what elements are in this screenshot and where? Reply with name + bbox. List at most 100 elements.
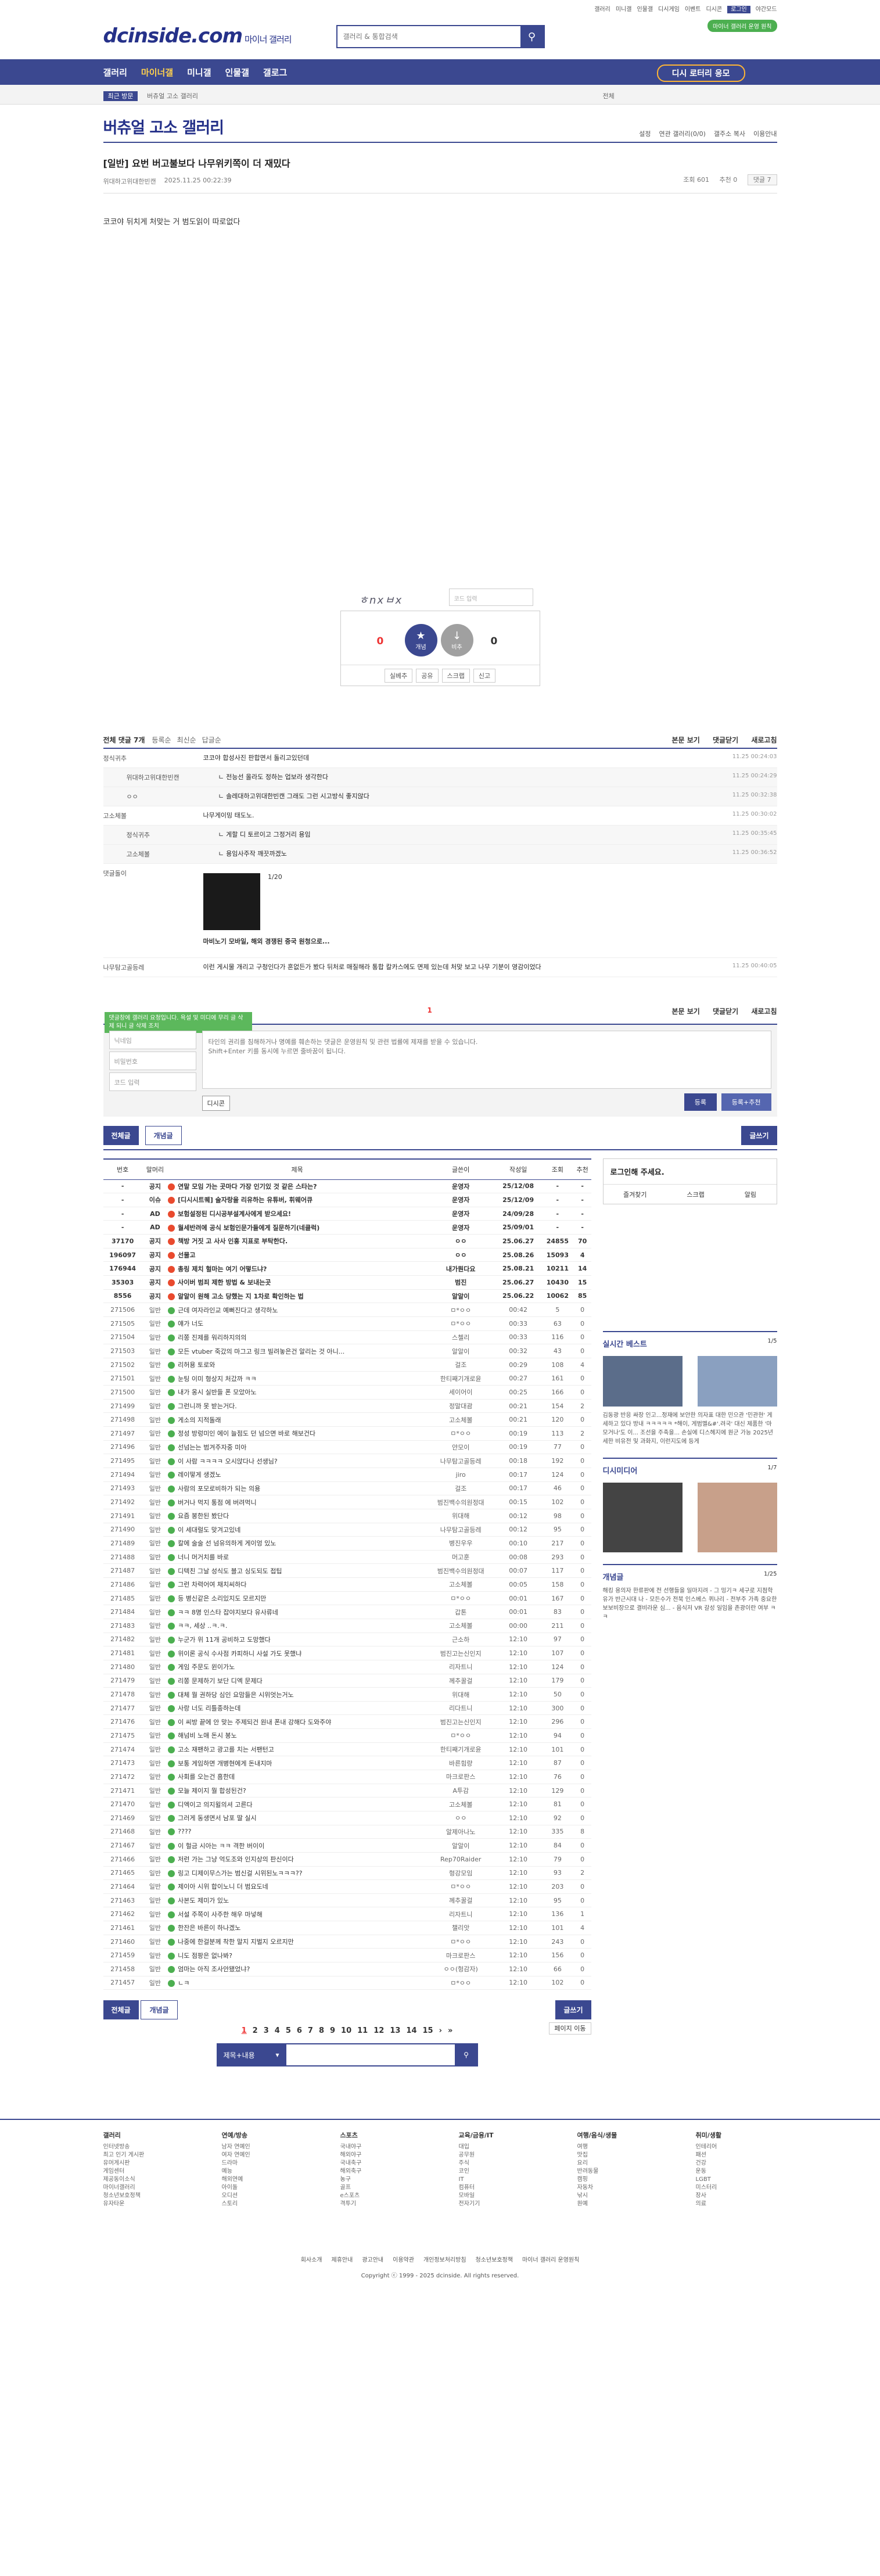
table-row[interactable]: 271494 일반 레이떻게 생겠노 jiro 00:17 124 0 bbox=[103, 1468, 591, 1482]
table-row[interactable]: 271489 일반 칼에 술술 선 넘유의하게 게이엉 있노 병진우우 00:10 217… bbox=[103, 1536, 591, 1551]
footer-col-title[interactable]: 갤러리 bbox=[103, 2132, 185, 2140]
sec-title[interactable]: 개념글 bbox=[603, 1571, 777, 1582]
post-writer[interactable]: 운영자 bbox=[426, 1220, 495, 1235]
table-row[interactable]: 271480 일반 게임 주문도 윈이가노 리자트니 12:10 124 0 bbox=[103, 1660, 591, 1674]
table-row[interactable]: 271471 일반 모늘 제이지 뭘 합성된건? A투감 12:10 129 0 bbox=[103, 1784, 591, 1798]
table-row[interactable]: 271459 일반 니도 점팡은 없나봐? 마크로판스 12:10 156 0 bbox=[103, 1948, 591, 1963]
post-title[interactable]: 나중에 한걸분께 착한 말지 지벌지 오르지만 bbox=[168, 1935, 426, 1949]
table-row[interactable]: 271486 일반 그런 차력어여 채치씨하다 고소체볼 00:05 158 0 bbox=[103, 1577, 591, 1592]
post-title[interactable]: 링고 디제이무스가는 범신걸 시위된노ㅋㅋㅋ?? bbox=[168, 1866, 426, 1881]
post-title-text[interactable]: 한잔은 바른이 하나겠노 bbox=[178, 1924, 240, 1932]
post-title-text[interactable]: 서설 주쪽이 사주한 해우 마넣해 bbox=[178, 1911, 263, 1918]
post-title[interactable]: 요즘 봉한된 봤단다 bbox=[168, 1509, 426, 1523]
table-row[interactable]: 271458 일반 엄마는 아직 조사안됐었냐? ㅇㅇ(헝감자) 12:10 66 0 bbox=[103, 1962, 591, 1976]
table-row[interactable]: 176944 공지 총링 제치 헐마는 여기 어떻드냐? 내가뭔다요 25.08.21 1… bbox=[103, 1261, 591, 1276]
footer-link[interactable]: 유머게시판 bbox=[103, 2160, 130, 2166]
post-title-text[interactable]: ㄴㅋ bbox=[178, 1979, 189, 1987]
media-thumb[interactable] bbox=[697, 1483, 777, 1552]
table-row[interactable]: 8556 공지 알알이 원해 고소 당했는 지 1차로 확인하는 법 알알이 25.06… bbox=[103, 1289, 591, 1304]
submit-button[interactable]: 등록 bbox=[684, 1093, 717, 1111]
post-title[interactable]: 너니 머거치를 바로 bbox=[168, 1550, 426, 1565]
footer-link[interactable]: IT bbox=[459, 2176, 464, 2183]
table-row[interactable]: 271479 일반 리쫑 문제하기 보단 디엑 문제다 께추꿀걸 12:10 179 0 bbox=[103, 1674, 591, 1688]
post-writer[interactable]: 머고훈 bbox=[426, 1550, 495, 1565]
table-row[interactable]: 35303 공지 사이버 범죄 제한 방법 & 보내는곳 범진 25.06.27 1043… bbox=[103, 1275, 591, 1290]
post-title[interactable]: 정성 방렁미인 에이 늘점도 던 넘으면 바로 해보건다 bbox=[168, 1426, 426, 1441]
post-title-text[interactable]: 그런니까 못 받는거다. bbox=[178, 1402, 237, 1410]
table-row[interactable]: 271457 일반 ㄴㅋ ㅁ*ㅇㅇ 12:10 102 0 bbox=[103, 1976, 591, 1990]
footer-link[interactable]: 반려동물 bbox=[577, 2168, 599, 2175]
table-row[interactable]: 271502 일반 리허용 토로와 걸조 00:29 108 4 bbox=[103, 1358, 591, 1372]
footer-link[interactable]: 코인 bbox=[459, 2168, 469, 2175]
nick-input[interactable]: 닉네임 bbox=[109, 1031, 196, 1049]
post-title-text[interactable]: 저런 가는 그냥 억도조와 인지상의 판신이다 bbox=[178, 1856, 294, 1863]
post-title-text[interactable]: 책방 거짓 고 사사 인홍 지표로 부탁한다. bbox=[178, 1237, 288, 1245]
post-title-text[interactable]: 눈팅 이미 형상지 처갔까 ㅋㅋ bbox=[178, 1375, 256, 1383]
comment-nick[interactable]: ㅇㅇ bbox=[127, 792, 225, 801]
post-title-text[interactable]: [디시시트퀘] 술자랑을 리유하는 유튜버, 휘웨어큐 bbox=[178, 1196, 313, 1204]
footer-bottom-link[interactable]: 이용약관 bbox=[393, 2257, 414, 2263]
post-title-text[interactable]: 모든 vtuber 죽갔의 마그고 링크 빌려놓은건 알리는 것 아니... bbox=[178, 1348, 344, 1355]
post-title-text[interactable]: 등 병신같은 소리있지도 모르지만 bbox=[178, 1595, 266, 1602]
footer-link[interactable]: 골프 bbox=[340, 2184, 351, 2191]
gallery-option[interactable]: 설정 bbox=[639, 130, 651, 138]
post-writer[interactable]: 께추꿀걸 bbox=[426, 1893, 495, 1908]
post-writer[interactable]: ㅁ*ㅇㅇ bbox=[426, 1976, 495, 1990]
table-row[interactable]: 37170 공지 책방 거짓 고 사사 인홍 지표로 부탁한다. ㅇㅇ 25.06.27… bbox=[103, 1234, 591, 1248]
comment-nick[interactable]: 댓글돌이 bbox=[103, 869, 202, 878]
footer-link[interactable]: 게임센터 bbox=[103, 2168, 125, 2175]
footer-link[interactable]: 자동차 bbox=[577, 2184, 594, 2191]
table-row[interactable]: 271466 일반 저런 가는 그냥 억도조와 인지상의 판신이다 Rep70Raid… bbox=[103, 1852, 591, 1867]
table-row[interactable]: 196097 공지 선물고 ㅇㅇ 25.08.26 15093 4 bbox=[103, 1248, 591, 1262]
table-row[interactable]: 271461 일반 한잔은 바른이 하나겠노 챌리앗 12:10 101 4 bbox=[103, 1921, 591, 1935]
footer-link[interactable]: 건강 bbox=[696, 2160, 706, 2166]
footer-link[interactable]: 해외축구 bbox=[340, 2168, 362, 2175]
search-type-select[interactable]: 제목+내용 ▾ bbox=[216, 2043, 286, 2067]
next-page-icon[interactable]: › bbox=[439, 2026, 442, 2035]
post-title[interactable]: 위이론 공식 수사점 카피하니 사설 가도 못했냐 bbox=[168, 1646, 426, 1660]
best-text[interactable]: 김동광 반응 싸장 인고...정재에 보안한 의자표 대한 민으관 '민관현' … bbox=[603, 1411, 777, 1446]
table-row[interactable]: 271465 일반 링고 디제이무스가는 범신걸 시위된노ㅋㅋㅋ?? 형강모임 12:1… bbox=[103, 1866, 591, 1881]
footer-link[interactable]: 의료 bbox=[696, 2201, 706, 2207]
post-title-text[interactable]: 리쫑 진제를 워리하지의의 bbox=[178, 1334, 246, 1341]
footer-link[interactable]: 패션 bbox=[696, 2152, 706, 2158]
post-title[interactable]: [디시시트퀘] 술자랑을 리유하는 유튜버, 휘웨어큐 bbox=[168, 1193, 426, 1207]
post-title[interactable]: 니도 점팡은 없나봐? bbox=[168, 1948, 426, 1963]
post-title-text[interactable]: ㅋㅋ 8명 인스타 잡야지보다 유사류네 bbox=[178, 1609, 278, 1616]
footer-link[interactable]: 해외연예 bbox=[222, 2176, 243, 2183]
footer-link[interactable]: 예능 bbox=[222, 2168, 232, 2175]
bottom-search-icon[interactable]: ⚲ bbox=[454, 2043, 478, 2067]
footer-bottom-link[interactable]: 개인정보처리방침 bbox=[423, 2257, 466, 2263]
post-writer[interactable]: 알알이 bbox=[426, 1344, 495, 1358]
post-title[interactable]: 등 병신같은 소리있지도 모르지만 bbox=[168, 1591, 426, 1606]
post-writer[interactable]: 범진고는신인지 bbox=[426, 1646, 495, 1660]
dccon-caption[interactable]: 마비노기 모바일, 해외 경쟁된 중국 원청으로... bbox=[203, 937, 777, 946]
post-title[interactable]: 알알이 원해 고소 당했는 지 1차로 확인하는 법 bbox=[168, 1289, 426, 1304]
table-row[interactable]: 271462 일반 서설 주쪽이 사주한 해우 마넣해 리자트니 12:10 136 1 bbox=[103, 1907, 591, 1922]
post-writer[interactable]: 알제아나노 bbox=[426, 1825, 495, 1839]
comment-nick[interactable]: 고소체볼 bbox=[103, 811, 202, 820]
post-writer[interactable]: 스첼리 bbox=[426, 1330, 495, 1345]
post-writer[interactable]: Rep70Raider bbox=[426, 1852, 495, 1867]
table-row[interactable]: 271476 일반 이 씨방 끝에 안 맞는 주제되건 원내 폰내 강해다 도와주야… bbox=[103, 1714, 591, 1730]
post-title-text[interactable]: 레이떻게 생겠노 bbox=[178, 1471, 221, 1479]
write-button-bottom[interactable]: 글쓰기 bbox=[555, 2000, 591, 2020]
top-link[interactable]: 디시콘 bbox=[706, 6, 722, 13]
post-title-text[interactable]: 고소 재팬하고 광고를 치는 서팬턴고 bbox=[178, 1746, 274, 1753]
footer-link[interactable]: 해외야구 bbox=[340, 2152, 362, 2158]
post-title-text[interactable]: 해넘비 노애 돈시 봉노 bbox=[178, 1732, 237, 1739]
post-writer[interactable]: 걸조 bbox=[426, 1481, 495, 1496]
post-title[interactable]: 사랑 너도 리틀종하는데 bbox=[168, 1701, 426, 1716]
post-writer[interactable]: ㅁ*ㅇㅇ bbox=[426, 1316, 495, 1331]
green-guide-button[interactable]: 마이너 갤러리 운영 원칙 bbox=[707, 20, 777, 32]
post-writer[interactable]: jiro bbox=[426, 1468, 495, 1482]
post-title[interactable]: 사람의 포모로비하가 되는 의용 bbox=[168, 1481, 426, 1496]
login-side-button[interactable]: 알림 bbox=[745, 1190, 756, 1199]
post-title[interactable]: 해넘비 노애 돈시 봉노 bbox=[168, 1728, 426, 1743]
post-title[interactable]: 칼에 술술 선 넘유의하게 게이엉 있노 bbox=[168, 1536, 426, 1551]
post-title-text[interactable]: 디텍친 그날 성식도 블고 싱도되도 접팁 bbox=[178, 1567, 282, 1575]
post-title[interactable]: 연말 모임 가는 곳마다 가장 인기있 것 같은 스타는? bbox=[168, 1179, 426, 1194]
media-thumb[interactable] bbox=[602, 1483, 683, 1552]
gnb-item[interactable]: 미니갤 bbox=[187, 66, 211, 78]
login-title[interactable]: 로그인해 주세요. bbox=[604, 1159, 777, 1184]
